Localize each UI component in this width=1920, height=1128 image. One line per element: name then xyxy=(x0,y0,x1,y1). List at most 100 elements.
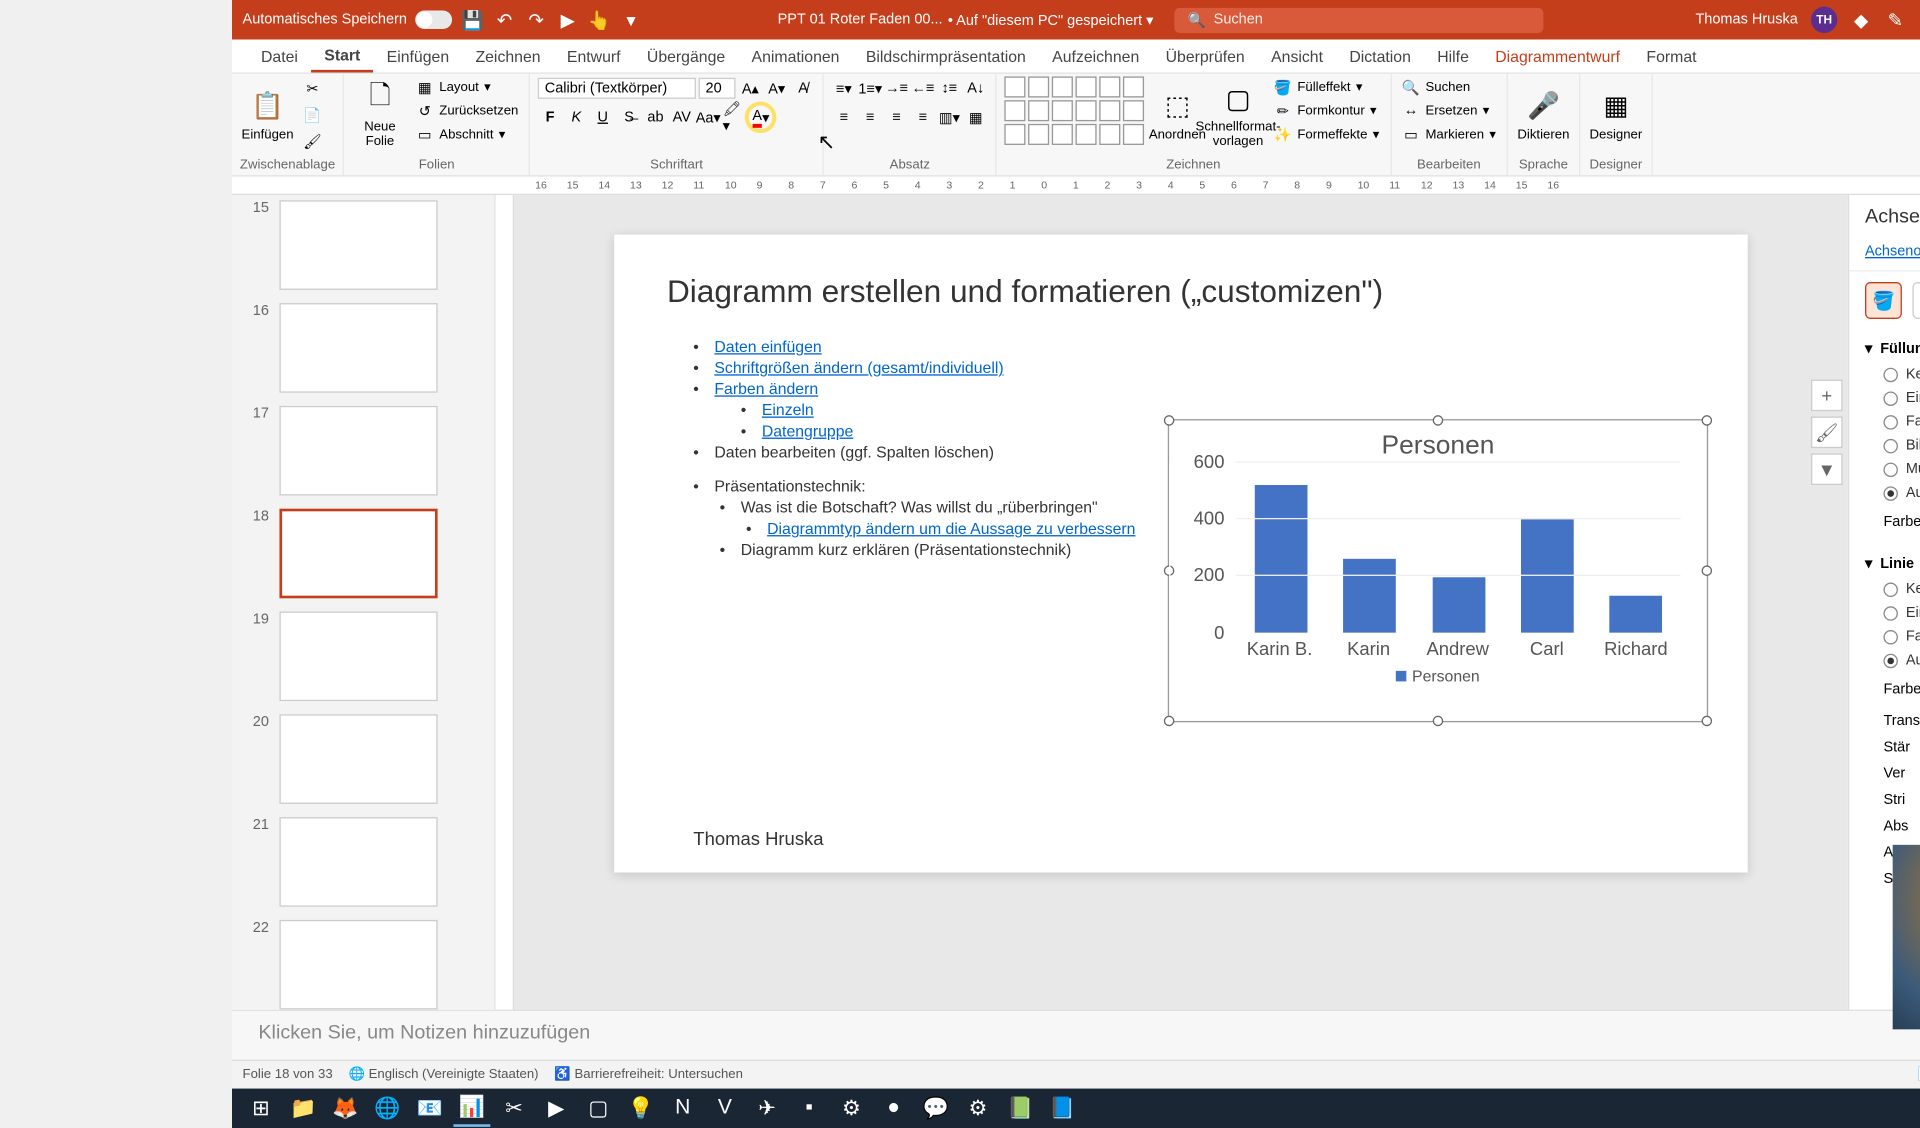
tab-start[interactable]: Start xyxy=(311,40,373,73)
premium-icon[interactable]: ◆ xyxy=(1851,9,1872,30)
vlc-icon[interactable]: ▶ xyxy=(538,1090,575,1127)
bullets-icon[interactable]: ≡▾ xyxy=(832,76,856,100)
redo-icon[interactable]: ↷ xyxy=(526,9,547,30)
bar-4[interactable] xyxy=(1610,596,1663,633)
outlook-icon[interactable]: 📧 xyxy=(411,1090,448,1127)
bar-3[interactable] xyxy=(1521,519,1574,632)
slideshow-icon[interactable]: ▶ xyxy=(557,9,578,30)
chart-plot[interactable]: 600 400 200 0 xyxy=(1169,461,1707,632)
grow-font-icon[interactable]: A▴ xyxy=(739,76,763,100)
chrome-icon[interactable]: 🌐 xyxy=(369,1090,406,1127)
fill-picture[interactable]: Bild- oder Texturfüllung xyxy=(1865,434,1920,458)
designer-button[interactable]: ▦ Designer xyxy=(1588,76,1643,150)
fill-pattern[interactable]: Musterfüllung xyxy=(1865,457,1920,481)
explorer-icon[interactable]: 📁 xyxy=(285,1090,322,1127)
thumb-17[interactable]: 17 xyxy=(243,406,484,496)
qat-more-icon[interactable]: ▾ xyxy=(620,9,641,30)
firefox-icon[interactable]: 🦊 xyxy=(327,1090,364,1127)
font-name-input[interactable] xyxy=(538,78,696,99)
word-icon[interactable]: 📘 xyxy=(1044,1090,1081,1127)
spacing-icon[interactable]: AV xyxy=(670,105,694,129)
reset-button[interactable]: ↺Zurücksetzen xyxy=(413,100,521,121)
line-solid[interactable]: Einfarbige Linie xyxy=(1865,601,1920,625)
outline-button[interactable]: ✏Formkontur ▾ xyxy=(1271,100,1382,121)
bar-1[interactable] xyxy=(1343,559,1396,633)
app3-icon[interactable]: ● xyxy=(875,1090,912,1127)
align-center-icon[interactable]: ≡ xyxy=(858,105,882,129)
copy-icon[interactable]: 📄 xyxy=(301,103,325,127)
slide-body[interactable]: Daten einfügen Schriftgrößen ändern (ges… xyxy=(667,337,1168,558)
tab-dictation[interactable]: Dictation xyxy=(1336,40,1424,73)
highlight-icon[interactable]: 🖍▾ xyxy=(723,105,747,129)
chart-styles-button[interactable]: 🖌 xyxy=(1811,416,1843,448)
pane-icon-fill[interactable]: 🪣 xyxy=(1865,282,1902,319)
search-box[interactable]: 🔍 xyxy=(1175,7,1544,32)
text-direction-icon[interactable]: A↓ xyxy=(964,76,988,100)
format-painter-icon[interactable]: 🖌 xyxy=(301,129,325,153)
smartart-icon[interactable]: ▦ xyxy=(964,105,988,129)
indent-right-icon[interactable]: →≡ xyxy=(885,76,909,100)
font-color-icon[interactable]: A▾ xyxy=(749,105,773,129)
strike-icon[interactable]: S̶ xyxy=(617,105,641,129)
numbering-icon[interactable]: 1≡▾ xyxy=(858,76,882,100)
fill-none[interactable]: Keine Füllung xyxy=(1865,362,1920,386)
columns-icon[interactable]: ▥▾ xyxy=(938,105,962,129)
chart-elements-button[interactable]: + xyxy=(1811,380,1843,412)
thumb-20[interactable]: 20 xyxy=(243,714,484,804)
thumb-15[interactable]: 15 xyxy=(243,200,484,290)
indent-left-icon[interactable]: ←≡ xyxy=(911,76,935,100)
telegram-icon[interactable]: ✈ xyxy=(749,1090,786,1127)
paste-button[interactable]: 📋 Einfügen xyxy=(240,76,295,150)
slide-thumbnails[interactable]: 15161718192021222324 xyxy=(232,195,496,1010)
chart-y-axis[interactable]: 600 400 200 0 xyxy=(1170,461,1229,632)
user-avatar[interactable]: TH xyxy=(1811,7,1837,33)
thumb-21[interactable]: 21 xyxy=(243,817,484,907)
app2-icon[interactable]: ▪ xyxy=(791,1090,828,1127)
onenote-icon[interactable]: N xyxy=(664,1090,701,1127)
thumb-19[interactable]: 19 xyxy=(243,612,484,702)
line-gradient[interactable]: Farbverlaufslinie xyxy=(1865,625,1920,649)
fill-auto[interactable]: Automatisch xyxy=(1865,481,1920,505)
find-button[interactable]: 🔍Suchen xyxy=(1399,76,1499,97)
shadow-icon[interactable]: ab xyxy=(644,105,668,129)
visio-icon[interactable]: V xyxy=(706,1090,743,1127)
shapes-gallery[interactable] xyxy=(1005,76,1145,145)
fill-solid[interactable]: Einfarbige Füllung xyxy=(1865,386,1920,410)
search-input[interactable] xyxy=(1214,12,1531,28)
line-none[interactable]: Keine Linie xyxy=(1865,577,1920,601)
tab-entwurf[interactable]: Entwurf xyxy=(554,40,634,73)
replace-button[interactable]: ↔Ersetzen ▾ xyxy=(1399,100,1499,121)
effects-button[interactable]: ✨Formeffekte ▾ xyxy=(1271,124,1382,145)
align-left-icon[interactable]: ≡ xyxy=(832,105,856,129)
tips-icon[interactable]: 💡 xyxy=(622,1090,659,1127)
chart-title[interactable]: Personen xyxy=(1169,431,1707,461)
powerpoint-icon[interactable]: 📊 xyxy=(453,1090,490,1127)
tab-animationen[interactable]: Animationen xyxy=(738,40,852,73)
chart-legend[interactable]: Personen xyxy=(1169,667,1707,685)
pane-icon-effects[interactable]: ⬠ xyxy=(1912,282,1920,319)
dictate-button[interactable]: 🎤 Diktieren xyxy=(1516,76,1571,150)
obs-icon[interactable]: ⚙ xyxy=(833,1090,870,1127)
snip-icon[interactable]: ✂ xyxy=(496,1090,533,1127)
fill-button[interactable]: 🪣Fülleffekt ▾ xyxy=(1271,76,1382,97)
align-right-icon[interactable]: ≡ xyxy=(885,105,909,129)
tab-aufzeichnen[interactable]: Aufzeichnen xyxy=(1039,40,1152,73)
slide-title[interactable]: Diagramm erstellen und formatieren („cus… xyxy=(667,274,1695,311)
tab-ueberpruefen[interactable]: Überprüfen xyxy=(1152,40,1258,73)
bar-2[interactable] xyxy=(1432,577,1485,632)
tab-ansicht[interactable]: Ansicht xyxy=(1258,40,1336,73)
tab-diagrammentwurf[interactable]: Diagrammentwurf xyxy=(1482,40,1633,73)
tab-bildschirm[interactable]: Bildschirmpräsentation xyxy=(853,40,1039,73)
italic-icon[interactable]: K xyxy=(565,105,589,129)
settings-icon[interactable]: ⚙ xyxy=(960,1090,997,1127)
tab-einfuegen[interactable]: Einfügen xyxy=(373,40,462,73)
pane-tab-axis[interactable]: Achsenoptionen ▾ xyxy=(1865,243,1920,265)
new-slide-button[interactable]: 🗋 Neue Folie xyxy=(352,76,407,150)
section-line[interactable]: ▾ Linie xyxy=(1865,550,1920,578)
thumb-18[interactable]: 18 xyxy=(243,509,484,599)
cut-icon[interactable]: ✂ xyxy=(301,76,325,100)
select-button[interactable]: ▭Markieren ▾ xyxy=(1399,124,1499,145)
line-auto[interactable]: Automatisch xyxy=(1865,648,1920,672)
app-icon[interactable]: ▢ xyxy=(580,1090,617,1127)
discord-icon[interactable]: 💬 xyxy=(917,1090,954,1127)
